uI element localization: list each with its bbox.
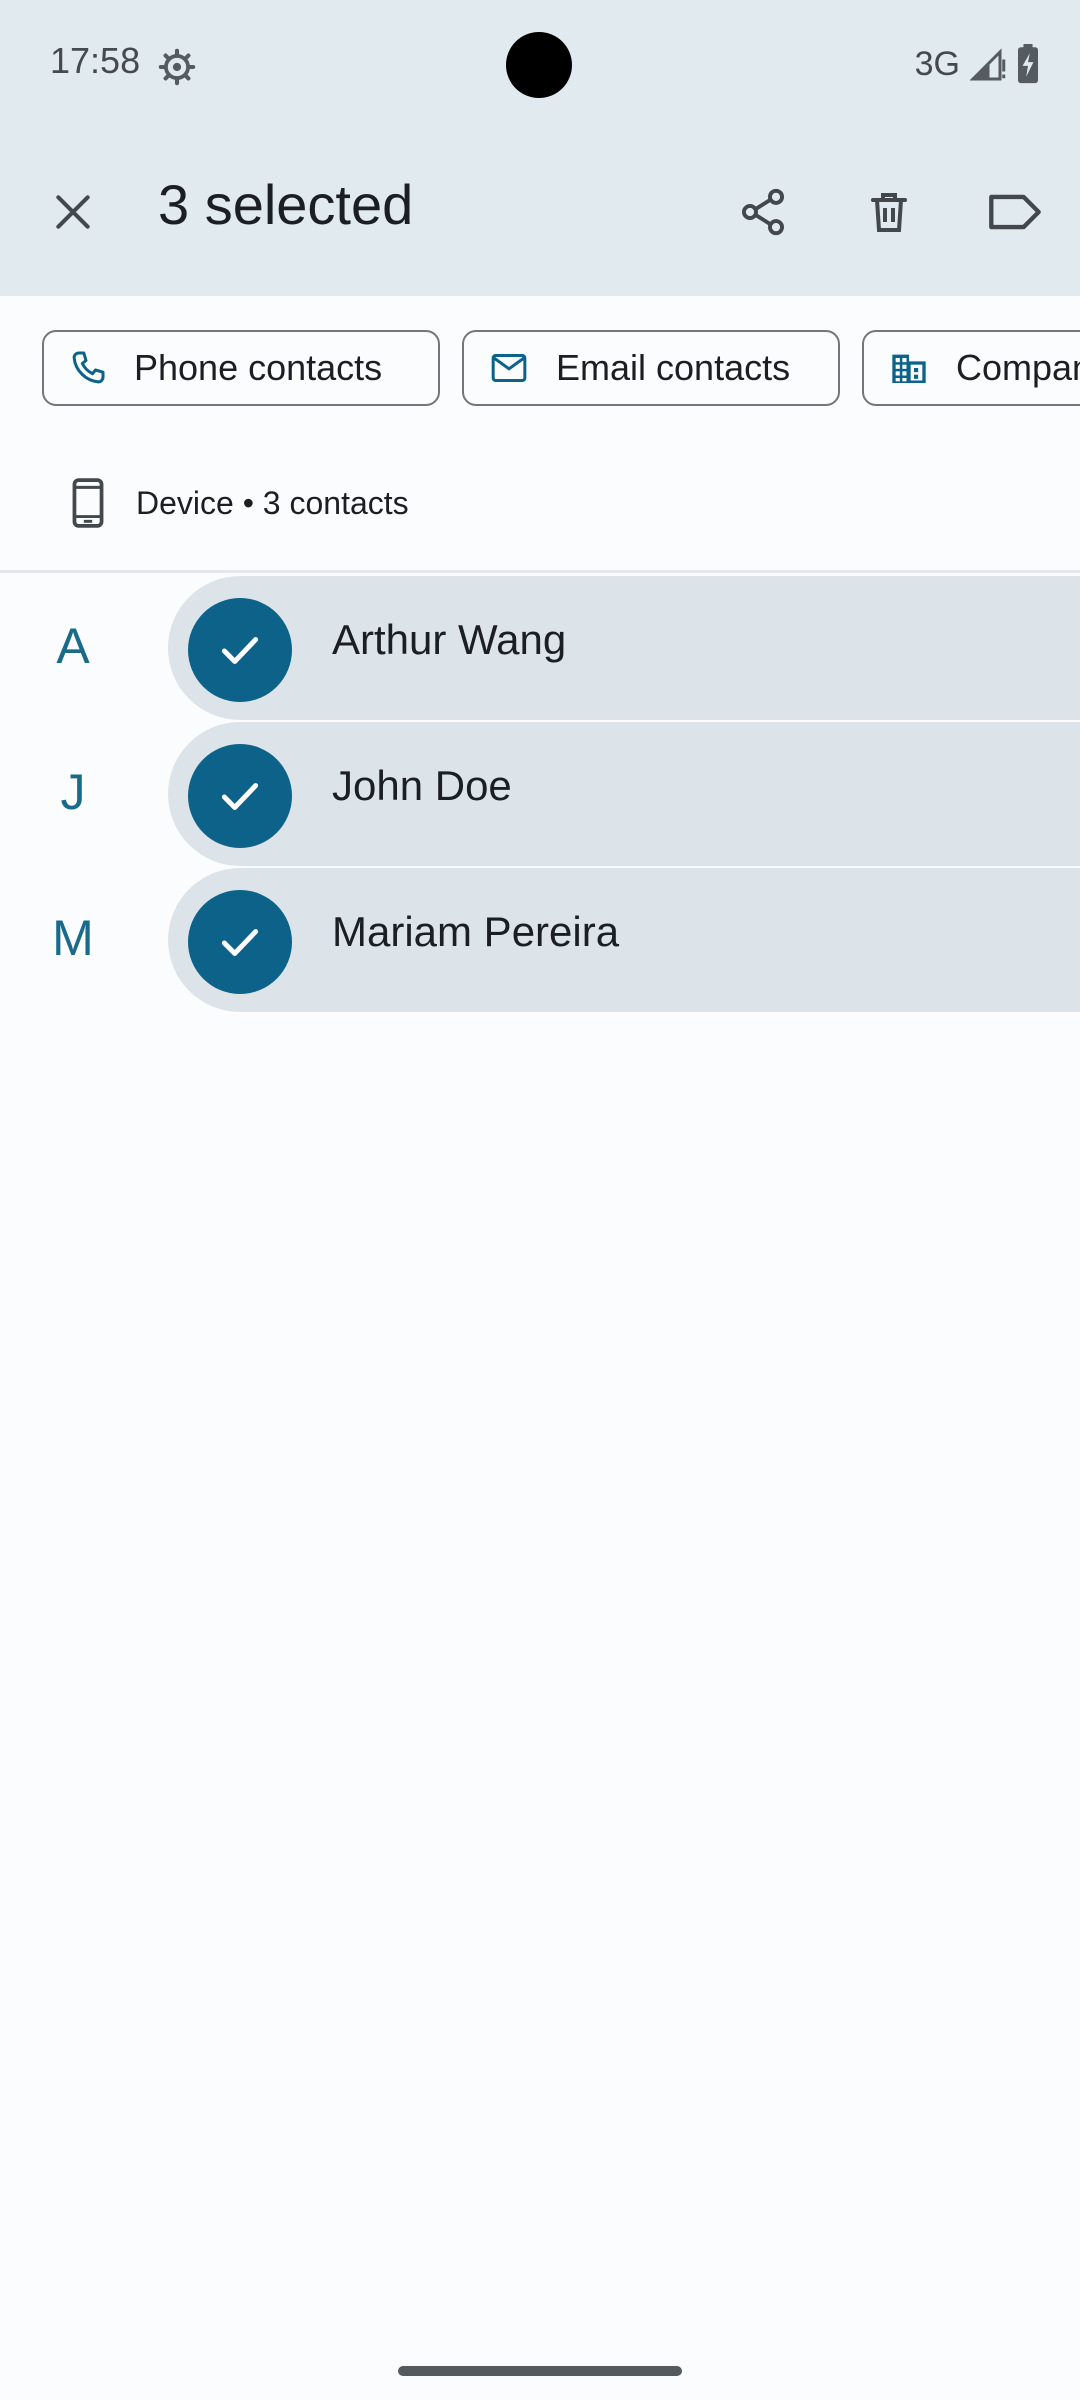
chip-label: Email contacts xyxy=(556,347,791,388)
action-icons xyxy=(700,148,1078,276)
divider xyxy=(0,570,1080,573)
chip-company[interactable]: Company xyxy=(862,330,1080,406)
close-selection-button[interactable] xyxy=(0,138,146,286)
share-icon xyxy=(741,188,785,236)
contact-name: John Doe xyxy=(332,762,512,809)
chip-label: Phone contacts xyxy=(134,347,383,388)
chip-phone-contacts[interactable]: Phone contacts xyxy=(42,330,440,406)
signal-icon xyxy=(970,48,1006,81)
check-icon xyxy=(221,637,259,664)
selected-highlight xyxy=(168,576,1080,720)
camera-cutout xyxy=(506,32,572,98)
section-letter: A xyxy=(56,618,90,674)
chip-email-contacts[interactable]: Email contacts xyxy=(462,330,840,406)
trash-icon xyxy=(871,193,907,232)
selected-checkmark[interactable] xyxy=(188,890,292,994)
selected-checkmark[interactable] xyxy=(188,744,292,848)
check-icon xyxy=(221,929,259,956)
mail-icon xyxy=(491,354,527,382)
account-header: Device • 3 contacts xyxy=(0,436,494,570)
share-button[interactable] xyxy=(700,148,826,276)
settings-gear-icon xyxy=(158,48,196,86)
status-time: 17:58 xyxy=(50,40,141,81)
contact-row[interactable]: J John Doe xyxy=(0,722,1080,866)
contact-row[interactable]: M Mariam Pereira xyxy=(0,868,1080,1012)
status-indicators: 3G xyxy=(915,40,1040,88)
selected-highlight xyxy=(168,868,1080,1012)
check-icon xyxy=(221,783,259,810)
delete-button[interactable] xyxy=(826,148,952,276)
close-icon xyxy=(56,195,90,229)
filter-chips: Phone contacts Email contacts Compa xyxy=(0,296,1080,436)
contact-row[interactable]: A Arthur Wang xyxy=(0,576,1080,720)
company-icon xyxy=(892,354,926,383)
section-letter: J xyxy=(60,764,86,820)
phone-icon xyxy=(72,351,105,384)
chip-label: Company xyxy=(956,347,1080,388)
battery-charging-icon xyxy=(1018,44,1038,84)
selected-checkmark[interactable] xyxy=(188,598,292,702)
phone-device-icon xyxy=(72,478,104,528)
account-label: Device • 3 contacts xyxy=(136,484,409,521)
contact-name: Mariam Pereira xyxy=(332,908,620,955)
home-indicator[interactable] xyxy=(398,2366,682,2376)
contact-name: Arthur Wang xyxy=(332,616,567,663)
label-button[interactable] xyxy=(952,148,1078,276)
selected-highlight xyxy=(168,722,1080,866)
section-letter: M xyxy=(52,910,94,966)
status-bar: 17:58 3G xyxy=(0,0,1080,128)
selection-count-title: 3 selected xyxy=(158,173,414,236)
selection-action-bar: 3 selected xyxy=(0,128,1080,296)
network-type: 3G xyxy=(914,44,960,83)
contacts-screen: 17:58 3G 3 selected Phone contacts Email… xyxy=(0,0,1080,2400)
label-icon xyxy=(989,194,1041,230)
